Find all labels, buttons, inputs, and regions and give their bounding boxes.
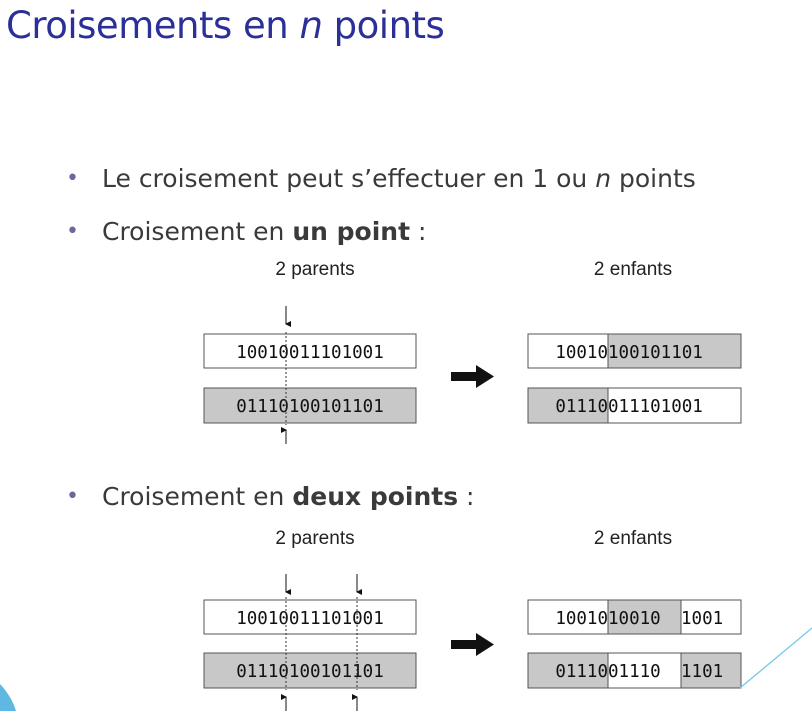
one-point-transform-arrow xyxy=(451,365,494,388)
child-1-bits-b: 10010 xyxy=(608,609,661,629)
crossover-diagrams: 2 parents 2 enfants 10010011101001 01110… xyxy=(0,259,812,711)
caption-parents-1: 2 parents xyxy=(275,259,354,280)
one-point-parents: 10010011101001 01110100101101 xyxy=(203,306,417,444)
child-1-bits-a: 10010 xyxy=(555,609,608,629)
child-2-bits-c: 1101 xyxy=(681,662,723,682)
caption-parents-2: 2 parents xyxy=(275,528,354,549)
two-point-parents: 10010011101001 01110100101101 xyxy=(203,574,417,711)
one-point-children: 10010 100101101 01110 011101001 xyxy=(527,333,742,424)
parent-1-bits: 10010011101001 xyxy=(236,609,384,629)
child-1-bits-c: 1001 xyxy=(681,609,723,629)
two-point-transform-arrow xyxy=(451,633,494,656)
caption-children-1: 2 enfants xyxy=(594,259,672,280)
child-2-bits-a: 01110 xyxy=(555,662,608,682)
child-2-bits-b: 01110 xyxy=(608,662,661,682)
two-point-children: 10010 10010 1001 01110 01110 1101 xyxy=(527,599,742,689)
child-2-bits-b: 011101001 xyxy=(608,397,703,417)
parent-1-bits: 10010011101001 xyxy=(236,343,384,363)
parent-2-bits: 01110100101101 xyxy=(236,662,384,682)
decorative-accent-line xyxy=(739,627,812,689)
child-1-bits-a: 10010 xyxy=(555,343,608,363)
decorative-corner-shape xyxy=(0,684,16,711)
parent-2-bits: 01110100101101 xyxy=(236,397,384,417)
child-2-bits-a: 01110 xyxy=(555,397,608,417)
child-1-bits-b: 100101101 xyxy=(608,343,703,363)
caption-children-2: 2 enfants xyxy=(594,528,672,549)
